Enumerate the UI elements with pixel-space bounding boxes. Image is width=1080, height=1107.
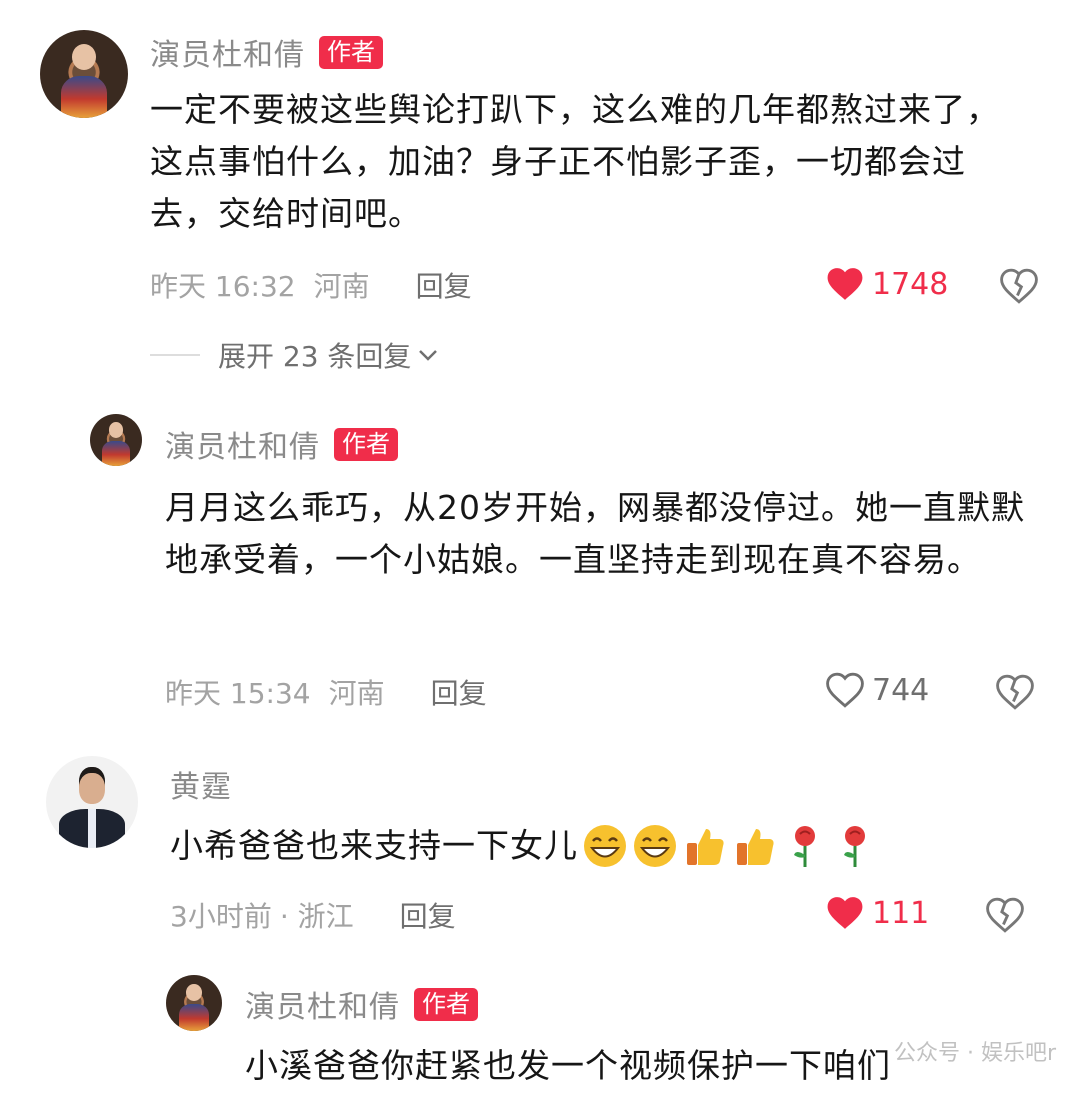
chevron-down-icon <box>419 350 438 361</box>
author-name[interactable]: 演员杜和倩 <box>150 30 305 74</box>
expand-replies[interactable]: 展开 23 条回复 <box>150 335 439 375</box>
dislike-button[interactable] <box>996 674 1034 714</box>
author-name[interactable]: 演员杜和倩 <box>165 422 320 466</box>
grin-emoji <box>582 823 628 869</box>
author-name[interactable]: 黄霆 <box>170 762 232 806</box>
thumbs-up-emoji <box>682 823 728 869</box>
heart-outline-icon <box>826 672 864 708</box>
dislike-button[interactable] <box>1000 268 1038 308</box>
like-button[interactable]: 744 <box>826 672 929 708</box>
comment-header: 演员杜和倩 作者 <box>245 982 478 1026</box>
comment-header: 演员杜和倩 作者 <box>165 422 398 466</box>
heart-filled-icon <box>827 268 863 300</box>
comment-location: 河南 <box>313 270 370 303</box>
avatar[interactable] <box>46 756 138 848</box>
comment-meta: 昨天 16:32 河南 回复 <box>150 265 472 305</box>
comment-text: 一定不要被这些舆论打趴下，这么难的几年都熬过来了，这点事怕什么，加油？身子正不怕… <box>150 90 1000 233</box>
reply-button[interactable]: 回复 <box>400 895 456 935</box>
avatar[interactable] <box>90 414 142 466</box>
reply-button[interactable]: 回复 <box>431 672 487 712</box>
like-button[interactable]: 111 <box>826 895 929 931</box>
thumbs-up-emoji <box>732 823 778 869</box>
avatar[interactable] <box>166 975 222 1031</box>
reply-button[interactable]: 回复 <box>416 265 472 305</box>
like-count: 111 <box>872 895 930 931</box>
comment-location: 河南 <box>328 677 385 710</box>
watermark: 公众号 · 娱乐吧r <box>893 1041 1056 1066</box>
comment-time: 昨天 16:32 <box>150 270 296 303</box>
like-count: 744 <box>872 672 930 708</box>
comment-text: 月月这么乖巧，从20岁开始，网暴都没停过。她一直默默地承受着，一个小姑娘。一直坚… <box>165 488 1025 579</box>
broken-heart-icon <box>986 897 1024 933</box>
comment-meta: 3小时前 · 浙江 回复 <box>170 895 456 935</box>
comment-location: · 浙江 <box>279 900 354 933</box>
author-badge: 作者 <box>414 987 478 1021</box>
like-count: 1748 <box>872 266 949 302</box>
expand-replies-label: 展开 23 条回复 <box>218 340 412 373</box>
comment-time: 3小时前 <box>170 900 272 933</box>
comment-text: 小希爸爸也来支持一下女儿 <box>170 826 578 865</box>
author-name[interactable]: 演员杜和倩 <box>245 982 400 1026</box>
like-button[interactable]: 1748 <box>826 266 948 302</box>
avatar[interactable] <box>40 30 128 118</box>
heart-filled-icon <box>827 897 863 929</box>
author-badge: 作者 <box>319 35 383 69</box>
rose-emoji <box>832 823 878 869</box>
comment-text-row: 小希爸爸也来支持一下女儿 <box>170 820 1050 872</box>
comment-header: 黄霆 <box>170 762 232 806</box>
rose-emoji <box>782 823 828 869</box>
author-badge: 作者 <box>334 427 398 461</box>
comment-meta: 昨天 15:34 河南 回复 <box>165 672 487 712</box>
divider <box>150 354 200 356</box>
grin-emoji <box>632 823 678 869</box>
broken-heart-icon <box>1000 268 1038 304</box>
broken-heart-icon <box>996 674 1034 710</box>
comment-time: 昨天 15:34 <box>165 677 311 710</box>
comment-header: 演员杜和倩 作者 <box>150 30 383 74</box>
dislike-button[interactable] <box>986 897 1024 937</box>
